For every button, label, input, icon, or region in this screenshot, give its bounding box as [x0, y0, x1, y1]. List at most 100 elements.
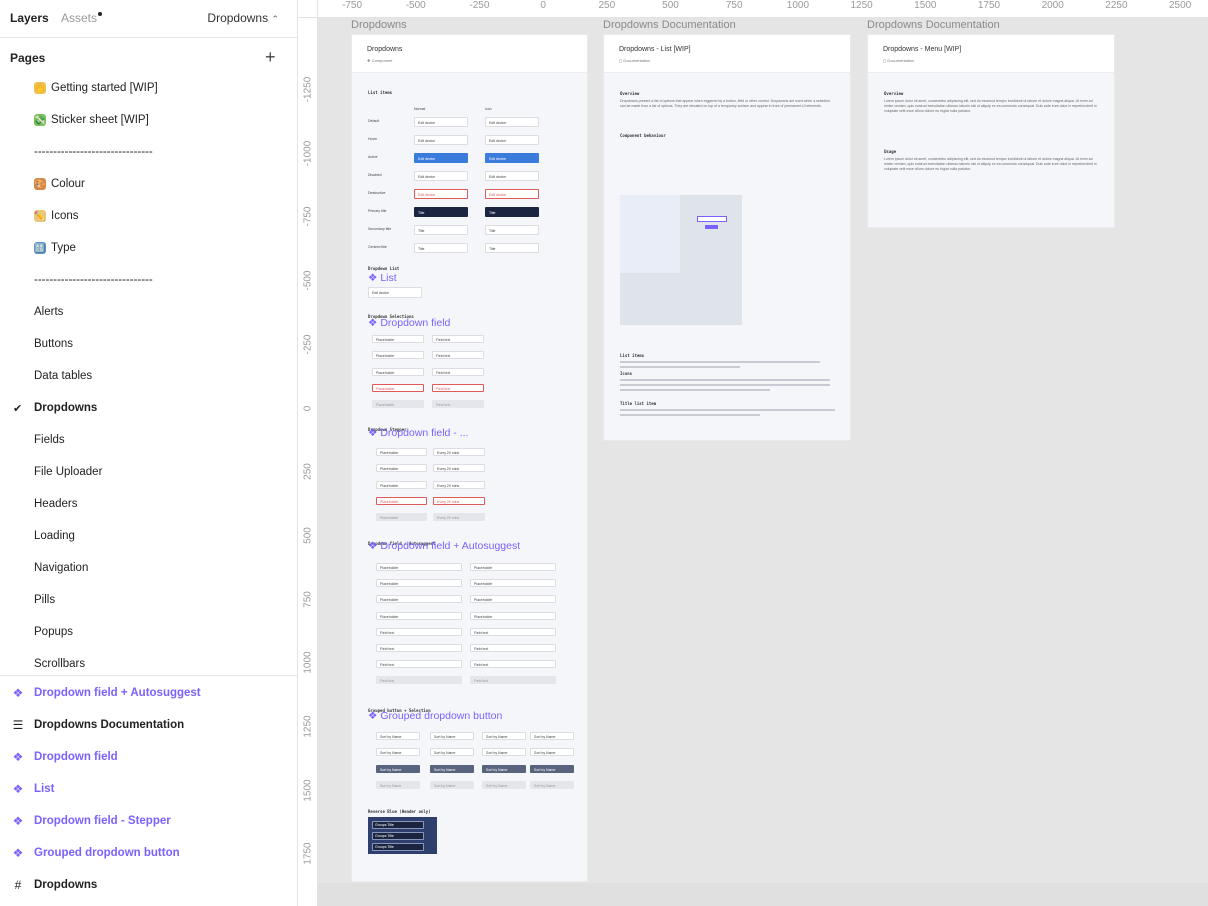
- dropdown-field-filled[interactable]: Field text: [432, 351, 484, 359]
- list-item-icon[interactable]: Edit device: [485, 117, 539, 127]
- autosuggest-field[interactable]: Field text: [470, 660, 556, 668]
- autosuggest-field[interactable]: Field text: [376, 660, 462, 668]
- page-item[interactable]: Fields: [0, 426, 297, 458]
- page-selector[interactable]: Dropdowns ⌃: [207, 11, 279, 25]
- stepper-filled[interactable]: Every 20 mins: [433, 464, 485, 472]
- stepper-filled[interactable]: Every 20 mins: [433, 481, 485, 489]
- autosuggest-field[interactable]: Placeholder: [376, 595, 462, 603]
- reverse-row[interactable]: Groups Title: [372, 832, 424, 840]
- page-item[interactable]: Data tables: [0, 362, 297, 394]
- list-item-normal[interactable]: Title: [414, 243, 468, 253]
- stepper-placeholder[interactable]: Placeholder: [376, 464, 427, 472]
- dropdown-field-filled[interactable]: Field text: [432, 384, 484, 392]
- page-item[interactable]: Buttons: [0, 330, 297, 362]
- autosuggest-field[interactable]: Placeholder: [470, 595, 556, 603]
- dropdown-field-filled[interactable]: Field text: [432, 368, 484, 376]
- frame-label-doc-list[interactable]: Dropdowns Documentation: [603, 19, 736, 31]
- component-dropdown-field[interactable]: ❖ Dropdown field: [368, 317, 450, 329]
- grouped-dropdown-button[interactable]: Sort by Name: [430, 781, 474, 789]
- grouped-dropdown-button[interactable]: Sort by Name: [430, 765, 474, 773]
- page-item[interactable]: 🔠 Type: [0, 234, 297, 266]
- list-item-normal[interactable]: Edit device: [414, 135, 468, 145]
- grouped-dropdown-button[interactable]: Sort by Name: [376, 732, 420, 740]
- stepper-placeholder[interactable]: Placeholder: [376, 497, 427, 505]
- dropdown-field-placeholder[interactable]: Placeholder: [372, 384, 424, 392]
- page-item[interactable]: Loading: [0, 522, 297, 554]
- list-item-icon[interactable]: Edit device: [485, 189, 539, 199]
- reverse-row[interactable]: Groups Title: [372, 843, 424, 851]
- autosuggest-field[interactable]: Field text: [376, 644, 462, 652]
- list-item-normal[interactable]: Edit device: [414, 171, 468, 181]
- reverse-blue-block[interactable]: Groups Title Groups Title Groups Title: [368, 817, 437, 854]
- grouped-dropdown-button[interactable]: Sort by Name: [482, 781, 526, 789]
- stepper-filled[interactable]: Every 20 mins: [433, 448, 485, 456]
- layer-item[interactable]: ❖ List: [0, 774, 297, 806]
- component-list[interactable]: ❖ List: [368, 272, 397, 284]
- list-item-icon[interactable]: Title: [485, 225, 539, 235]
- dropdown-field-filled[interactable]: Field text: [432, 335, 484, 343]
- page-item[interactable]: ✔ Dropdowns: [0, 394, 297, 426]
- grouped-dropdown-button[interactable]: Sort by Name: [482, 765, 526, 773]
- list-item-icon[interactable]: Title: [485, 207, 539, 217]
- layer-item[interactable]: ❖ Grouped dropdown button: [0, 838, 297, 870]
- frame-doc-list[interactable]: Dropdowns - List [WIP] ◻ Documentation O…: [603, 34, 851, 441]
- grouped-dropdown-button[interactable]: Sort by Name: [530, 781, 574, 789]
- grouped-dropdown-button[interactable]: Sort by Name: [376, 748, 420, 756]
- grouped-dropdown-button[interactable]: Sort by Name: [430, 748, 474, 756]
- stepper-placeholder[interactable]: Placeholder: [376, 448, 427, 456]
- page-item[interactable]: Popups: [0, 618, 297, 650]
- list-item-normal[interactable]: Edit device: [414, 117, 468, 127]
- autosuggest-field[interactable]: Field text: [470, 676, 556, 684]
- dropdown-field-placeholder[interactable]: Placeholder: [372, 400, 424, 408]
- design-canvas[interactable]: -750 -500 -250 0 250 500 750 1000 1250 1500 1750 20…: [298, 0, 1208, 906]
- add-page-icon[interactable]: +: [265, 47, 276, 68]
- stepper-filled[interactable]: Every 20 mins: [433, 497, 485, 505]
- page-item[interactable]: Alerts: [0, 298, 297, 330]
- list-item-icon[interactable]: Title: [485, 243, 539, 253]
- grouped-dropdown-button[interactable]: Sort by Name: [482, 748, 526, 756]
- page-item[interactable]: -------------------------------: [0, 138, 297, 170]
- grouped-dropdown-button[interactable]: Sort by Name: [530, 732, 574, 740]
- page-item[interactable]: Navigation: [0, 554, 297, 586]
- tab-layers[interactable]: Layers: [10, 11, 49, 25]
- page-item[interactable]: Headers: [0, 490, 297, 522]
- stepper-placeholder[interactable]: Placeholder: [376, 513, 427, 521]
- grouped-dropdown-button[interactable]: Sort by Name: [482, 732, 526, 740]
- layer-item[interactable]: ❖ Dropdown field: [0, 742, 297, 774]
- list-item-icon[interactable]: Edit device: [485, 171, 539, 181]
- list-item-normal[interactable]: Title: [414, 207, 468, 217]
- autosuggest-field[interactable]: Placeholder: [376, 563, 462, 571]
- list-preview[interactable]: Edit device: [368, 287, 422, 298]
- reverse-row[interactable]: Groups Title: [372, 821, 424, 829]
- component-dropdown-stepper[interactable]: ❖ Dropdown field - ...: [368, 427, 468, 439]
- autosuggest-field[interactable]: Placeholder: [376, 579, 462, 587]
- autosuggest-field[interactable]: Field text: [376, 676, 462, 684]
- component-grouped-dropdown[interactable]: ❖ Grouped dropdown button: [368, 710, 502, 722]
- list-item-normal[interactable]: Title: [414, 225, 468, 235]
- grouped-dropdown-button[interactable]: Sort by Name: [530, 748, 574, 756]
- layer-item[interactable]: ❖ Dropdown field - Stepper: [0, 806, 297, 838]
- page-item[interactable]: Pills: [0, 586, 297, 618]
- autosuggest-field[interactable]: Placeholder: [470, 579, 556, 587]
- tab-assets[interactable]: Assets: [61, 11, 97, 25]
- page-item[interactable]: ✏️ Icons: [0, 202, 297, 234]
- grouped-dropdown-button[interactable]: Sort by Name: [376, 781, 420, 789]
- page-item[interactable]: 👋 Getting started [WIP]: [0, 74, 297, 106]
- component-autosuggest[interactable]: ❖ Dropdown field + Autosuggest: [368, 540, 520, 552]
- list-item-normal[interactable]: Edit device: [414, 189, 468, 199]
- grouped-dropdown-button[interactable]: Sort by Name: [376, 765, 420, 773]
- list-item-icon[interactable]: Edit device: [485, 135, 539, 145]
- stepper-filled[interactable]: Every 20 mins: [433, 513, 485, 521]
- stepper-placeholder[interactable]: Placeholder: [376, 481, 427, 489]
- page-item[interactable]: 💸 Sticker sheet [WIP]: [0, 106, 297, 138]
- list-item-normal[interactable]: Edit device: [414, 153, 468, 163]
- layer-item[interactable]: # Dropdowns: [0, 870, 297, 902]
- grouped-dropdown-button[interactable]: Sort by Name: [530, 765, 574, 773]
- dropdown-field-placeholder[interactable]: Placeholder: [372, 351, 424, 359]
- autosuggest-field[interactable]: Placeholder: [470, 563, 556, 571]
- layer-item[interactable]: ☰ Dropdowns Documentation: [0, 710, 297, 742]
- autosuggest-field[interactable]: Field text: [376, 628, 462, 636]
- autosuggest-field[interactable]: Placeholder: [470, 612, 556, 620]
- page-item[interactable]: -------------------------------: [0, 266, 297, 298]
- dropdown-field-filled[interactable]: Field text: [432, 400, 484, 408]
